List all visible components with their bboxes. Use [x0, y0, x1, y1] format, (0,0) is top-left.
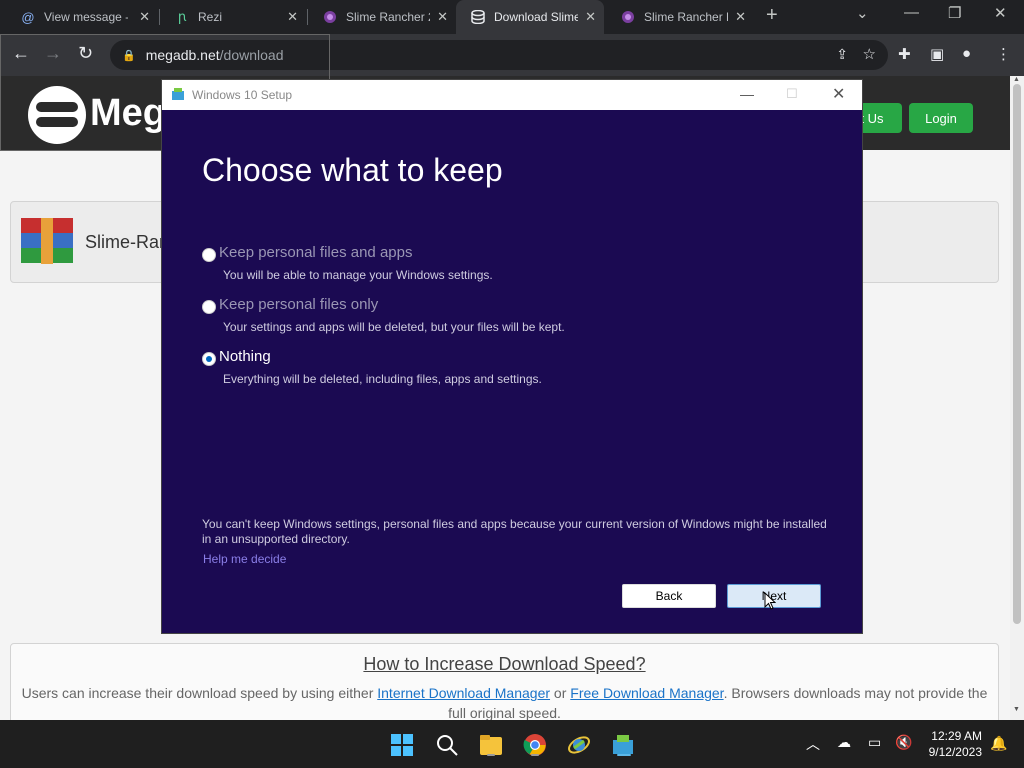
rezi-icon: ꞃ [177, 9, 187, 24]
forward-arrow-icon[interactable]: → [44, 43, 62, 64]
logo-text: Meg [90, 92, 166, 134]
scroll-up-icon[interactable]: ▲ [1013, 76, 1020, 83]
chrome-icon[interactable] [522, 732, 548, 758]
speed-text: Users can increase their download speed … [21, 685, 988, 720]
close-icon[interactable]: ✕ [139, 9, 150, 25]
tab-download-slime[interactable]: Download Slime ✕ [456, 0, 604, 34]
clock-date: 9/12/2023 [928, 745, 982, 759]
dialog-heading: Choose what to keep [202, 152, 503, 188]
close-icon[interactable]: ✕ [585, 9, 596, 25]
clock-time: 12:29 AM [931, 729, 982, 743]
side-panel-icon[interactable]: ▣ [930, 45, 944, 63]
bookmark-star-icon[interactable]: ☆ [863, 45, 876, 63]
scroll-down-icon[interactable]: ▼ [1013, 706, 1020, 713]
scroll-thumb[interactable] [1013, 84, 1021, 624]
tab-slime-rancher-f[interactable]: Slime Rancher F ✕ [606, 0, 754, 34]
menu-icon[interactable]: ⋮ [996, 45, 1011, 63]
address-bar[interactable]: 🔒 megadb.net/download ⇪ ☆ [110, 40, 888, 70]
close-icon[interactable]: ✕ [832, 84, 845, 104]
database-icon [470, 9, 486, 25]
option-description: You will be able to manage your Windows … [223, 268, 493, 282]
file-name: Slime-Ran [85, 232, 170, 252]
profile-icon[interactable]: ● [962, 45, 971, 62]
maximize-icon: ☐ [786, 86, 798, 101]
running-indicator [531, 754, 539, 756]
active-indicator [617, 754, 631, 756]
option-description: Everything will be deleted, including fi… [223, 372, 542, 386]
volume-muted-icon[interactable]: 🔇 [895, 734, 912, 751]
back-button[interactable]: Back [622, 584, 716, 608]
mouse-cursor-icon [764, 592, 776, 610]
notice-text: You can't keep Windows settings, persona… [202, 517, 827, 546]
chevron-down-icon[interactable]: ⌄ [856, 4, 869, 22]
option-label: Nothing [219, 348, 271, 365]
search-icon[interactable] [434, 732, 460, 758]
dialog-title: Windows 10 Setup [192, 88, 293, 102]
game-icon [322, 9, 338, 25]
restore-icon[interactable]: ❐ [948, 4, 961, 22]
url-host: megadb.net [145, 47, 220, 63]
running-indicator [487, 754, 495, 756]
tab-rezi[interactable]: ꞃ Rezi ✕ [160, 0, 306, 34]
setup-icon [172, 88, 184, 100]
lock-icon: 🔒 [122, 49, 136, 62]
idm-link[interactable]: Internet Download Manager [377, 685, 550, 701]
page-scrollbar[interactable]: ▲ ▼ [1010, 76, 1024, 720]
tab-view-message[interactable]: @ View message - ✕ [6, 0, 158, 34]
network-app-icon[interactable] [566, 732, 592, 758]
logo-icon [28, 86, 86, 144]
taskbar-clock[interactable]: 12:29 AM 9/12/2023 [920, 728, 982, 760]
windows-start-icon[interactable] [389, 732, 415, 758]
archive-icon [21, 218, 73, 264]
browser-tab-strip: @ View message - ✕ ꞃ Rezi ✕ Slime Ranche… [0, 0, 1024, 34]
fdm-link[interactable]: Free Download Manager [570, 685, 723, 701]
share-icon[interactable]: ⇪ [836, 46, 848, 63]
radio-button[interactable] [202, 248, 216, 262]
radio-button-selected[interactable] [202, 352, 216, 366]
setup-dialog: Windows 10 Setup — ☐ ✕ Choose what to ke… [162, 80, 862, 633]
close-window-icon[interactable]: ✕ [994, 4, 1007, 22]
speed-title[interactable]: How to Increase Download Speed? [363, 654, 645, 675]
close-icon[interactable]: ✕ [735, 9, 746, 25]
extensions-icon[interactable]: ✚ [898, 45, 911, 63]
close-icon[interactable]: ✕ [287, 9, 298, 25]
at-sign-icon: @ [21, 9, 35, 25]
file-explorer-icon[interactable] [478, 732, 504, 758]
speed-card: How to Increase Download Speed? Users ca… [10, 643, 999, 720]
new-tab-button[interactable]: + [766, 4, 778, 27]
tab-slime-rancher-2[interactable]: Slime Rancher 2 ✕ [308, 0, 456, 34]
dialog-titlebar[interactable]: Windows 10 Setup — ☐ ✕ [162, 80, 862, 110]
setup-icon[interactable] [610, 732, 636, 758]
option-description: Your settings and apps will be deleted, … [223, 320, 565, 334]
minimize-icon[interactable]: — [740, 86, 754, 102]
minimize-icon[interactable]: — [904, 4, 919, 21]
reload-icon[interactable]: ↻ [78, 43, 93, 64]
notification-bell-icon[interactable]: 🔔 [990, 735, 1007, 752]
back-arrow-icon[interactable]: ← [12, 43, 30, 64]
radio-button[interactable] [202, 300, 216, 314]
onedrive-offline-icon[interactable]: ☁ [837, 734, 851, 751]
browser-toolbar: ← → ↻ 🔒 megadb.net/download ⇪ ☆ ✚ ▣ ● ⋮ [0, 34, 1024, 76]
network-icon[interactable]: ▭ [868, 734, 881, 751]
close-icon[interactable]: ✕ [437, 9, 448, 25]
login-button[interactable]: Login [909, 103, 973, 133]
chevron-up-icon[interactable]: ︿ [806, 734, 820, 754]
game-icon [620, 9, 636, 25]
option-label: Keep personal files only [219, 296, 379, 313]
help-me-decide-link[interactable]: Help me decide [203, 552, 286, 566]
url-path: /download [219, 47, 284, 63]
taskbar: ︿ ☁ ▭ 🔇 12:29 AM 9/12/2023 🔔 [0, 720, 1024, 768]
option-label: Keep personal files and apps [219, 244, 413, 261]
